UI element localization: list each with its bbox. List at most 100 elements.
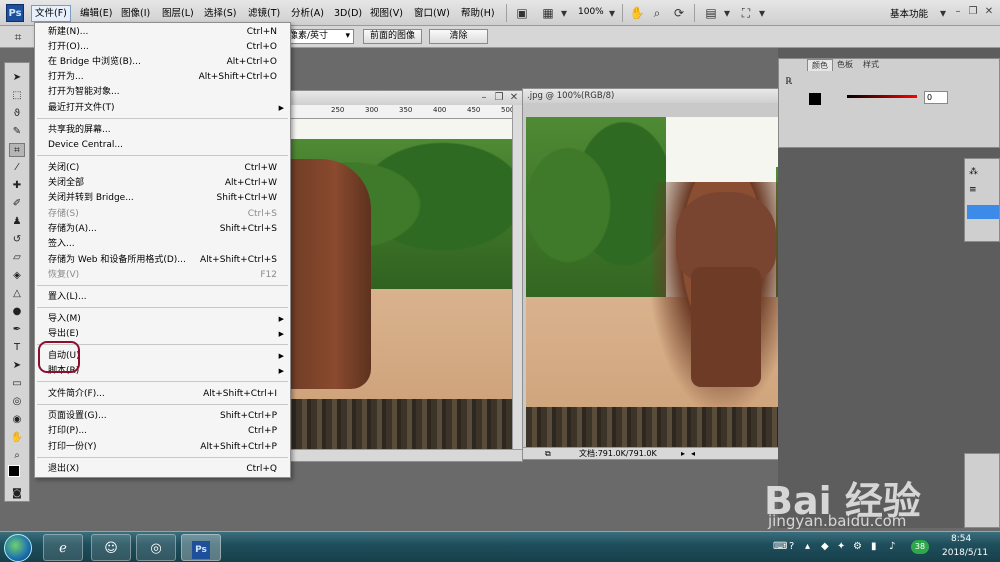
close-icon[interactable]: ✕ [507,91,521,105]
zoom-level[interactable]: 100% [578,7,604,17]
menu-item-share-screen[interactable]: 共享我的屏幕... [35,123,290,138]
menu-item-save-as[interactable]: 存储为(A)... Shift+Ctrl+S [35,222,290,237]
zoom-tool-icon[interactable]: ⌕ [9,449,25,463]
tab-swatches[interactable]: 色板 [833,59,857,71]
gear-icon[interactable]: ⚙ [853,541,862,552]
volume-icon[interactable]: ♪ [889,541,895,552]
foreground-color-swatch[interactable] [809,93,821,105]
start-button[interactable] [4,534,32,562]
browser-taskbar-icon[interactable]: ◎ [136,534,176,561]
menu-item-device-central[interactable]: Device Central... [35,138,290,153]
chevron-down-icon[interactable]: ▾ [604,5,620,21]
menu-image[interactable]: 图像(I) [118,5,153,22]
hand-tool-icon[interactable]: ✋ [9,431,25,445]
security-icon[interactable]: ◆ [821,541,829,552]
front-image-button[interactable]: 前面的图像 [363,29,422,44]
eraser-tool-icon[interactable]: ▱ [9,251,25,265]
ie-taskbar-icon[interactable]: ℯ [43,534,83,561]
menu-file[interactable]: 文件(F) [31,5,71,22]
crop-tool-icon[interactable]: ⌗ [10,29,26,45]
tray-badge[interactable]: 38 [911,540,929,554]
foreground-color-swatch[interactable] [8,465,20,477]
rotate-view-icon[interactable]: ⟳ [671,5,687,21]
pen-tool-icon[interactable]: ✒ [9,323,25,337]
arrange-documents-icon[interactable]: ▤ [703,5,719,21]
menu-layer[interactable]: 图层(L) [159,5,197,22]
chevron-down-icon[interactable]: ▾ [754,5,770,21]
menu-item-file-info[interactable]: 文件简介(F)... Alt+Shift+Ctrl+I [35,387,290,402]
resolution-unit-select[interactable]: 像素/英寸 ▾ [285,29,354,44]
menu-item-check-in[interactable]: 签入... [35,237,290,252]
vertical-scrollbar[interactable] [512,105,522,449]
menu-help[interactable]: 帮助(H) [458,5,498,22]
scroll-left-icon[interactable]: ◂ [691,448,695,460]
menu-item-browse-in-bridge[interactable]: 在 Bridge 中浏览(B)... Alt+Ctrl+O [35,55,290,70]
chevron-down-icon[interactable]: ▾ [719,5,735,21]
zoom-tool-icon[interactable]: ⌕ [649,5,665,21]
status-menu-icon[interactable]: ⧉ [545,448,551,460]
menu-filter[interactable]: 滤镜(T) [245,5,283,22]
workspace-switcher[interactable]: 基本功能 [890,6,928,20]
hand-tool-icon[interactable]: ✋ [629,5,645,21]
menu-item-place[interactable]: 置入(L)... [35,290,290,305]
tab-color[interactable]: 颜色 [807,59,833,71]
chevron-down-icon[interactable]: ▾ [556,5,572,21]
menu-item-exit[interactable]: 退出(X) Ctrl+Q [35,462,290,477]
panel-menu-icon[interactable]: ℝ [785,77,792,87]
clear-button[interactable]: 清除 [429,29,488,44]
3d-orbit-tool-icon[interactable]: ◉ [9,413,25,427]
shape-tool-icon[interactable]: ▭ [9,377,25,391]
photoshop-taskbar-icon[interactable]: Ps [181,534,221,561]
adjustment-icon[interactable]: ≡ [969,185,977,195]
document-canvas[interactable] [281,119,512,449]
adjustment-icon[interactable]: ⁂ [969,167,978,177]
3d-rotate-tool-icon[interactable]: ◎ [9,395,25,409]
paint-bucket-tool-icon[interactable]: ◈ [9,269,25,283]
menu-item-import[interactable]: 导入(M) ▶ [35,312,290,327]
blur-tool-icon[interactable]: △ [9,287,25,301]
color-value-field[interactable]: 0 [924,91,948,104]
menu-item-close-all[interactable]: 关闭全部 Alt+Ctrl+W [35,176,290,191]
quick-select-tool-icon[interactable]: ✎ [9,125,25,139]
status-arrow-icon[interactable]: ▸ [681,448,685,460]
menu-view[interactable]: 视图(V) [367,5,406,22]
menu-analysis[interactable]: 分析(A) [288,5,327,22]
bridge-icon[interactable]: ▣ [514,5,530,21]
menu-window[interactable]: 窗口(W) [411,5,453,22]
network-app-icon[interactable]: ✦ [837,541,845,552]
menu-select[interactable]: 选择(S) [201,5,239,22]
menu-item-page-setup[interactable]: 页面设置(G)... Shift+Ctrl+P [35,409,290,424]
color-slider[interactable] [847,95,917,98]
menu-3d[interactable]: 3D(D) [331,5,365,22]
screen-mode-icon[interactable]: ⛶ [738,5,754,21]
crop-tool-icon[interactable]: ⌗ [9,143,25,157]
menu-item-open[interactable]: 打开(O)... Ctrl+O [35,40,290,55]
healing-brush-tool-icon[interactable]: ✚ [9,179,25,193]
dodge-tool-icon[interactable]: ● [9,305,25,319]
menu-item-recent-files[interactable]: 最近打开文件(T) ▶ [35,101,290,116]
clock-date[interactable]: 2018/5/11 [942,548,988,558]
menu-item-new[interactable]: 新建(N)... Ctrl+N [35,25,290,40]
close-icon[interactable]: ✕ [982,5,996,19]
path-selection-tool-icon[interactable]: ➤ [9,359,25,373]
help-icon[interactable]: ? [789,541,794,552]
menu-item-export[interactable]: 导出(E) ▶ [35,327,290,342]
menu-item-open-as[interactable]: 打开为... Alt+Shift+Ctrl+O [35,70,290,85]
restore-icon[interactable]: ❐ [966,5,980,19]
clock-time[interactable]: 8:54 [951,534,971,544]
tab-styles[interactable]: 样式 [859,59,883,71]
minimize-icon[interactable]: – [951,5,965,19]
chevron-down-icon[interactable]: ▾ [935,5,951,21]
menu-item-close-and-go-to-bridge[interactable]: 关闭并转到 Bridge... Shift+Ctrl+W [35,191,290,206]
type-tool-icon[interactable]: T [9,341,25,355]
marquee-tool-icon[interactable]: ⬚ [9,89,25,103]
menu-edit[interactable]: 编辑(E) [77,5,115,22]
history-brush-tool-icon[interactable]: ↺ [9,233,25,247]
arrow-up-icon[interactable]: ▴ [805,541,810,552]
menu-item-print[interactable]: 打印(P)... Ctrl+P [35,424,290,439]
clone-stamp-tool-icon[interactable]: ♟ [9,215,25,229]
brush-tool-icon[interactable]: ✐ [9,197,25,211]
app-taskbar-icon[interactable]: ☺ [91,534,131,561]
lasso-tool-icon[interactable]: ϑ [9,107,25,121]
quick-mask-icon[interactable]: ◙ [9,487,25,501]
